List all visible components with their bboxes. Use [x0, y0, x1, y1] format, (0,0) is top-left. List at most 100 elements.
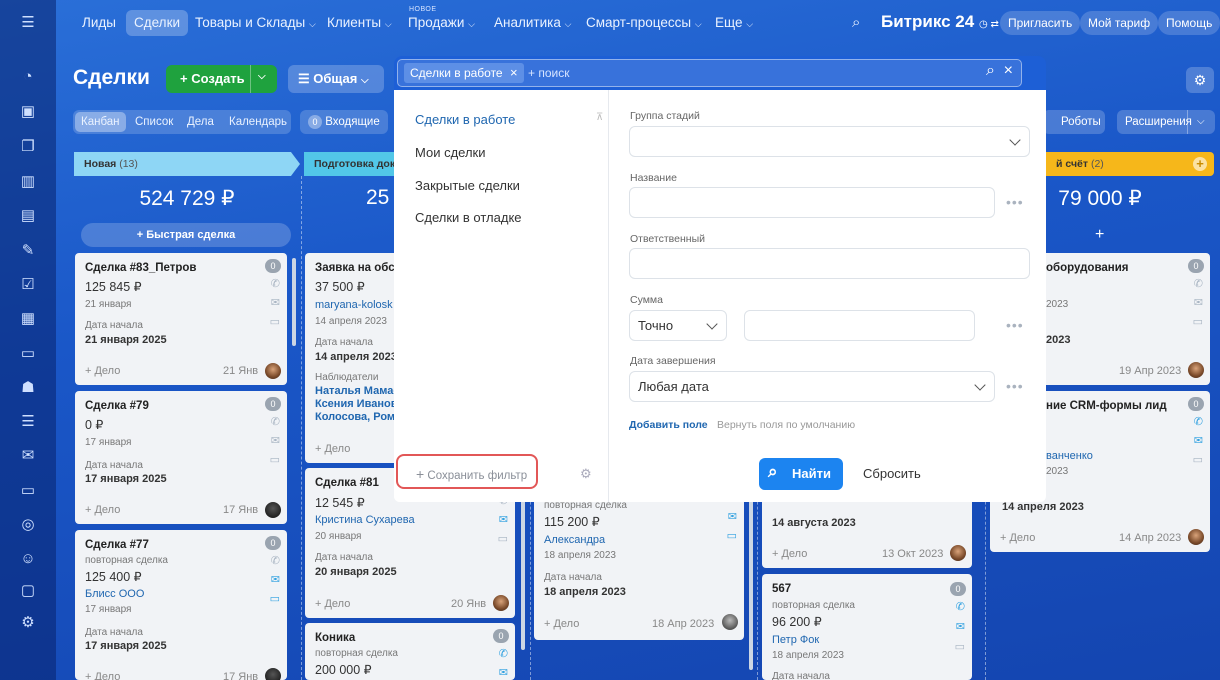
create-button[interactable]: + Создать ⌵ [166, 65, 277, 93]
gear-icon[interactable]: ⚙ [580, 466, 592, 482]
avatar[interactable] [493, 595, 509, 611]
settings-icon[interactable]: ⚙ [18, 612, 38, 632]
phone-icon[interactable]: ✆ [1194, 277, 1203, 290]
tab-kanban[interactable]: Канбан [75, 112, 126, 132]
tasks-icon[interactable]: ▣ [18, 101, 38, 121]
search-placeholder[interactable]: + поиск [528, 66, 569, 80]
close-icon[interactable]: × [510, 65, 518, 80]
phone-icon[interactable]: ✆ [499, 647, 508, 660]
nav-smart-processes[interactable]: Смарт-процессы ⌵ [586, 10, 702, 36]
phone-icon[interactable]: ✆ [271, 277, 280, 290]
add-activity-link[interactable]: + Дело [315, 598, 350, 610]
avatar[interactable] [265, 668, 281, 680]
observer-link[interactable]: Ксения Иванова [315, 398, 403, 410]
add-activity-link[interactable]: + Дело [1000, 532, 1035, 544]
observer-link[interactable]: Наталья Мамаев [315, 385, 406, 397]
wallet-icon[interactable]: ▭ [18, 480, 38, 500]
client-link[interactable]: Александра [544, 534, 605, 546]
pin-icon[interactable]: ⊼ [596, 112, 603, 123]
target-icon[interactable]: ◎ [18, 514, 38, 534]
chat-icon[interactable]: ❐ [18, 136, 38, 156]
save-filter-button[interactable]: + Сохранить фильтр [416, 466, 527, 482]
add-activity-link[interactable]: + Дело [85, 671, 120, 680]
tab-list[interactable]: Список [129, 112, 179, 132]
deal-title[interactable]: Заявка на обсл [315, 262, 402, 274]
mail-icon[interactable]: ✉ [728, 510, 737, 523]
contact-card-icon[interactable]: ▭ [18, 343, 38, 363]
phone-icon[interactable]: ✆ [271, 415, 280, 428]
amount-input[interactable] [744, 310, 975, 341]
chat-icon[interactable]: ▭ [270, 315, 280, 328]
deal-title[interactable]: Сделка #77 [85, 539, 149, 551]
chat-icon[interactable]: ▭ [498, 532, 508, 545]
menu-icon[interactable]: ☰ [18, 12, 38, 32]
deal-card[interactable]: повторная сделка 115 200 ₽ Александра 18… [534, 480, 744, 640]
search-input[interactable]: Сделки в работе × + поиск ⌕ × [397, 59, 1022, 87]
deal-card[interactable]: Сделка #77 повторная сделка 125 400 ₽ Бл… [75, 530, 287, 680]
reset-button[interactable]: Сбросить [863, 466, 921, 481]
pen-icon[interactable]: ✎ [18, 240, 38, 260]
activity-icon[interactable]: ◔ [18, 66, 38, 86]
add-activity-link[interactable]: + Дело [544, 618, 579, 630]
checkbox-icon[interactable]: ☑ [18, 274, 38, 294]
preset-my-deals[interactable]: Мои сделки [415, 145, 486, 160]
preset-closed-deals[interactable]: Закрытые сделки [415, 178, 520, 193]
phone-icon[interactable]: ✆ [1194, 415, 1203, 428]
mail-icon[interactable]: ✉ [271, 434, 280, 447]
mail-icon[interactable]: ✉ [499, 513, 508, 526]
more-icon[interactable]: ••• [1006, 194, 1024, 210]
plus-icon[interactable]: + [1095, 226, 1104, 244]
pipeline-selector[interactable]: ☰ Общая ⌵ [288, 65, 384, 93]
deal-card[interactable]: Сделка #79 0 ₽ 17 января Дата начала 17 … [75, 391, 287, 524]
add-activity-link[interactable]: + Дело [85, 365, 120, 377]
users-icon[interactable]: ☺ [18, 548, 38, 568]
mail-icon[interactable]: ✉ [1194, 434, 1203, 447]
find-button[interactable]: ⌕ Найти [759, 458, 843, 490]
calendar-icon[interactable]: ▦ [18, 308, 38, 328]
nav-deals[interactable]: Сделки [126, 10, 189, 36]
chat-icon[interactable]: ▭ [270, 453, 280, 466]
close-icon[interactable]: × [1004, 62, 1013, 80]
deal-title[interactable]: Сделка #81 [315, 477, 379, 489]
incoming-button[interactable]: 0 Входящие [300, 110, 388, 134]
phone-icon[interactable]: ✆ [271, 554, 280, 567]
add-field-link[interactable]: Добавить поле [629, 419, 708, 431]
add-activity-link[interactable]: + Дело [772, 548, 807, 560]
chat-icon[interactable]: ▭ [1193, 453, 1203, 466]
nav-analytics[interactable]: Аналитика ⌵ [494, 10, 571, 36]
mail-icon[interactable]: ✉ [271, 296, 280, 309]
stage-group-select[interactable] [629, 126, 1030, 157]
extensions-button[interactable]: Расширения ⌵ [1117, 110, 1215, 134]
deal-card[interactable]: Сделка #83_Петров 125 845 ₽ 21 января Да… [75, 253, 287, 385]
deal-title[interactable]: Сделка #79 [85, 400, 149, 412]
avatar[interactable] [722, 614, 738, 630]
amount-type-select[interactable]: Точно [629, 310, 727, 341]
phone-icon[interactable]: ✆ [956, 600, 965, 613]
search-icon[interactable]: ⌕ [852, 10, 860, 36]
chat-icon[interactable]: ▭ [727, 529, 737, 542]
mail-icon[interactable]: ✉ [271, 573, 280, 586]
chevron-down-icon[interactable]: ⌵ [258, 71, 266, 82]
scrollbar[interactable] [521, 480, 525, 650]
deal-title[interactable]: Коника [315, 632, 355, 644]
chat-icon[interactable]: ▭ [955, 640, 965, 653]
mail-icon[interactable]: ✉ [956, 620, 965, 633]
restore-fields-link[interactable]: Вернуть поля по умолчанию [717, 419, 855, 431]
more-icon[interactable]: ••• [1006, 378, 1024, 394]
mail-icon[interactable]: ✉ [499, 666, 508, 679]
tariff-button[interactable]: Мой тариф [1080, 11, 1159, 35]
deal-title[interactable]: Сделка #83_Петров [85, 262, 197, 274]
box-icon[interactable]: ▥ [18, 171, 38, 191]
help-button[interactable]: Помощь [1158, 11, 1220, 35]
add-activity-link[interactable]: + Дело [85, 504, 120, 516]
nav-sales[interactable]: Продажи ⌵ [408, 10, 475, 36]
client-link[interactable]: Блисс ООО [85, 588, 144, 600]
close-date-select[interactable]: Любая дата [629, 371, 995, 402]
avatar[interactable] [1188, 362, 1204, 378]
observer-link[interactable]: Колосова, Рома [315, 411, 401, 423]
nav-leads[interactable]: Лиды [82, 10, 116, 36]
avatar[interactable] [265, 363, 281, 379]
deal-card[interactable]: 567 повторная сделка 96 200 ₽ Петр Фок 1… [762, 574, 972, 680]
store-icon[interactable]: ☰ [18, 411, 38, 431]
deal-card[interactable]: Коника повторная сделка 200 000 ₽ 0 ✆ ✉ [305, 623, 515, 680]
